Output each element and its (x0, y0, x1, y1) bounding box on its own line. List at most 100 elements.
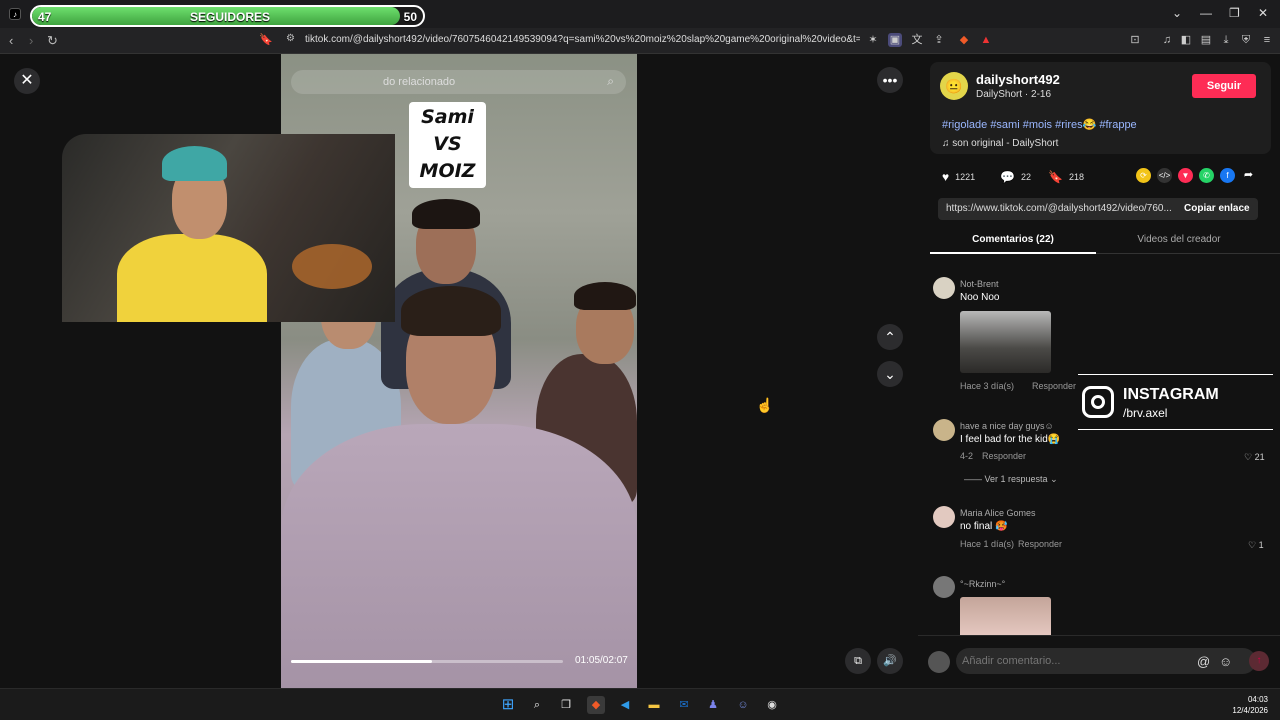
facebook-icon[interactable]: f (1220, 168, 1235, 183)
whatsapp-icon[interactable]: ✆ (1199, 168, 1214, 183)
address-bar[interactable]: tiktok.com/@dailyshort492/video/76075460… (305, 34, 860, 45)
downloads-icon[interactable]: ⤓ (1219, 33, 1233, 47)
music-info[interactable]: ♫ son original - DailyShort (942, 138, 1058, 149)
tab-comments[interactable]: Comentarios (22) (930, 230, 1096, 254)
view-replies-button[interactable]: —— Ver 1 respuesta ⌄ (964, 474, 1058, 485)
minimize-icon[interactable]: — (1200, 6, 1212, 20)
instagram-title: INSTAGRAM (1123, 386, 1219, 403)
reload-icon[interactable]: ↻ (47, 33, 58, 49)
video-progress-bar[interactable] (291, 660, 563, 663)
brave-shield-icon[interactable]: ◆ (957, 33, 971, 47)
comment-image[interactable] (960, 597, 1051, 635)
vpn-icon[interactable]: ⛨ (1239, 33, 1253, 47)
next-video-icon[interactable]: ⌄ (877, 361, 903, 387)
instagram-handle: /brv.axel (1123, 406, 1168, 420)
forward-icon[interactable]: › (29, 33, 33, 48)
repost-icon[interactable]: ⟳ (1136, 168, 1151, 183)
comment-like[interactable]: ♡ 21 (1244, 452, 1265, 463)
comment-username[interactable]: have a nice day guys☺ (960, 421, 1054, 431)
divider-line: —— (964, 474, 985, 484)
reader-icon[interactable]: ✶ (866, 33, 880, 47)
comment-username[interactable]: Maria Alice Gomes (960, 508, 1036, 518)
send-icon[interactable]: ▼ (1178, 168, 1193, 183)
sidebar-icon[interactable]: ◧ (1179, 33, 1193, 47)
comment-avatar[interactable] (933, 506, 955, 528)
browser-tab-bar: ♪ 47 SEGUIDORES 50 ⌄ — ❐ ✕ (0, 0, 1280, 28)
share-link-url[interactable]: https://www.tiktok.com/@dailyshort492/vi… (946, 203, 1172, 214)
webcam-scene (292, 244, 372, 289)
more-options-icon[interactable]: ••• (877, 67, 903, 93)
comment-button[interactable]: 💬 22 (1000, 170, 1031, 184)
comment-text: Noo Noo (960, 292, 1000, 303)
rewards-icon[interactable]: ▲ (979, 33, 993, 47)
like-button[interactable]: ♥ 1221 (942, 170, 975, 184)
floating-player-icon[interactable]: ⧉ (845, 648, 871, 674)
reply-button[interactable]: Responder (1032, 381, 1076, 391)
follow-button[interactable]: Seguir (1192, 74, 1256, 98)
translate-icon[interactable]: 文 (910, 33, 924, 47)
creator-username[interactable]: dailyshort492 (976, 72, 1060, 87)
followers-current: 47 (38, 10, 52, 24)
discord-icon[interactable]: ☺ (734, 696, 752, 714)
tiktok-icon[interactable]: ♪ (9, 8, 21, 20)
site-info-icon[interactable]: ⚙ (286, 33, 295, 44)
add-comment-input[interactable] (956, 648, 1256, 674)
copy-link-button[interactable]: Copiar enlace (1184, 203, 1250, 214)
more-share-icon[interactable]: ➦ (1241, 168, 1256, 183)
wallet-icon[interactable]: ▤ (1199, 33, 1213, 47)
related-search-text: do relacionado (383, 76, 456, 88)
file-explorer-icon[interactable]: ▬ (645, 696, 663, 714)
video-hashtags[interactable]: #rigolade #sami #mois #rires😂 #frappe (942, 118, 1137, 131)
task-view-icon[interactable]: ❐ (557, 696, 575, 714)
send-comment-icon[interactable]: ↑ (1249, 651, 1269, 671)
volume-icon[interactable]: 🔊 (877, 648, 903, 674)
back-icon[interactable]: ‹ (9, 33, 13, 48)
close-video-icon[interactable]: ✕ (14, 68, 40, 94)
mouse-cursor-icon: ☝ (756, 397, 774, 413)
media-icon[interactable]: ♫ (1160, 33, 1174, 47)
comment-username[interactable]: Not-Brent (960, 279, 999, 289)
comment-username[interactable]: °~Rkzinn~° (960, 579, 1005, 589)
details-panel: 😐 dailyshort492 DailyShort · 2-16 Seguir… (918, 54, 1280, 688)
music-note-icon: ♫ (942, 138, 953, 149)
comment-date: 4-2 (960, 451, 974, 461)
picture-in-picture-icon[interactable]: ▣ (888, 33, 902, 47)
webcam-scene (162, 146, 227, 181)
bookmark-icon[interactable]: 🔖 (259, 33, 273, 46)
teams-icon[interactable]: ♟ (704, 696, 722, 714)
creator-avatar[interactable]: 😐 (940, 72, 968, 100)
tab-creator-videos[interactable]: Videos del creador (1096, 230, 1262, 254)
comment-avatar[interactable] (933, 277, 955, 299)
comment-date: Hace 1 día(s) (960, 539, 1015, 549)
share-icon[interactable]: ⇪ (932, 33, 946, 47)
comment-image[interactable] (960, 311, 1051, 373)
menu-icon[interactable]: ≡ (1260, 33, 1274, 47)
emoji-icon[interactable]: ☺ (1219, 654, 1232, 669)
reply-button[interactable]: Responder (982, 451, 1026, 461)
windows-start-icon[interactable]: ⊞ (499, 696, 517, 714)
save-button[interactable]: 🔖 218 (1048, 170, 1084, 184)
reply-button[interactable]: Responder (1018, 539, 1062, 549)
search-icon[interactable]: ⌕ (528, 696, 546, 714)
comment-like[interactable]: ♡ 1 (1248, 540, 1264, 551)
tab-list-icon[interactable]: ⌄ (1172, 6, 1182, 20)
system-clock[interactable]: 04:03 12/4/2026 (1226, 694, 1268, 716)
maximize-icon[interactable]: ❐ (1229, 6, 1240, 20)
video-scene (401, 286, 501, 336)
comment-avatar[interactable] (933, 576, 955, 598)
tab-search-icon[interactable]: ⊡ (1128, 33, 1142, 47)
previous-video-icon[interactable]: ⌃ (877, 324, 903, 350)
brave-browser-icon[interactable]: ◆ (587, 696, 605, 714)
vscode-icon[interactable]: ◀ (616, 696, 634, 714)
obs-icon[interactable]: ◉ (763, 696, 781, 714)
embed-icon[interactable]: </> (1157, 168, 1172, 183)
search-icon[interactable]: ⌕ (607, 74, 614, 89)
user-avatar[interactable] (928, 651, 950, 673)
related-search-input[interactable]: do relacionado ⌕ (291, 70, 626, 94)
video-scene (412, 199, 480, 229)
windows-taskbar: ⊞ ⌕ ❐ ◆ ◀ ▬ ✉ ♟ ☺ ◉ 04:03 12/4/2026 (0, 688, 1280, 720)
comment-avatar[interactable] (933, 419, 955, 441)
outlook-icon[interactable]: ✉ (675, 696, 693, 714)
mention-icon[interactable]: @ (1197, 654, 1210, 669)
window-close-icon[interactable]: ✕ (1258, 6, 1268, 20)
